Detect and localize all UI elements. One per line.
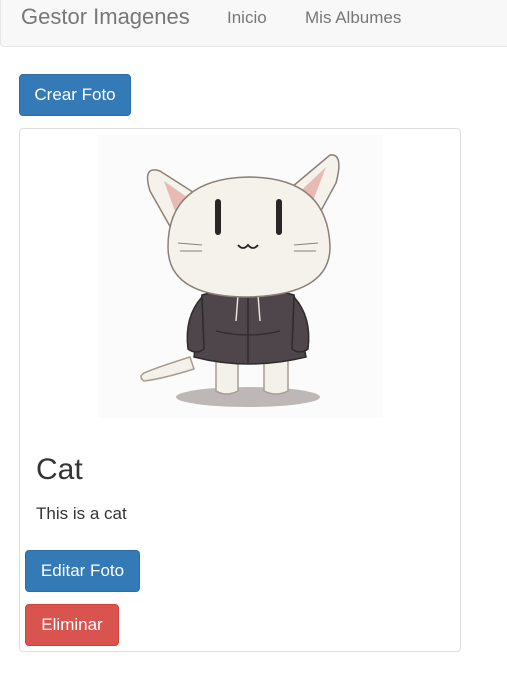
nav-link-mis-albumes[interactable]: Mis Albumes <box>305 8 401 28</box>
photo-card: Cat This is a cat Editar Foto Eliminar <box>19 128 461 652</box>
photo-title: Cat <box>36 453 83 486</box>
edit-photo-button[interactable]: Editar Foto <box>25 550 140 592</box>
top-navbar: Gestor Imagenes Inicio Mis Albumes <box>0 0 507 47</box>
delete-photo-button[interactable]: Eliminar <box>25 604 119 646</box>
cat-image <box>98 135 383 418</box>
photo-description: This is a cat <box>36 504 127 523</box>
nav-link-inicio[interactable]: Inicio <box>227 8 267 28</box>
create-photo-button[interactable]: Crear Foto <box>19 74 131 116</box>
cat-illustration-icon <box>140 154 340 407</box>
brand-link[interactable]: Gestor Imagenes <box>21 4 190 30</box>
